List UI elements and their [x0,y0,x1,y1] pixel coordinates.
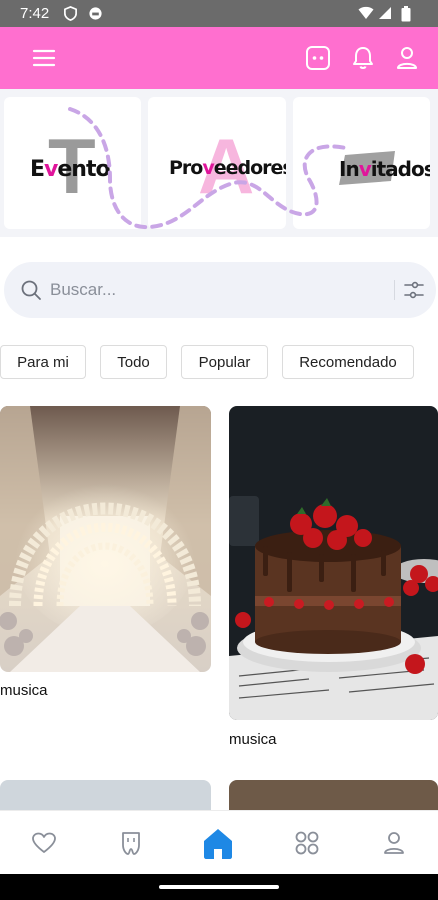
filter-chip-popular[interactable]: Popular [181,345,268,379]
category-strip: T Evento A Proveedores Invitados [0,89,438,237]
signal-icon [379,7,391,19]
category-card-invitados[interactable]: Invitados [293,97,430,229]
category-label-accent: v [358,157,372,181]
search-icon [21,280,41,300]
filter-chip-para-mi[interactable]: Para mi [0,345,86,379]
bell-icon[interactable] [347,42,379,74]
search-divider [394,280,395,300]
hamburger-menu-icon[interactable] [28,42,60,74]
home-indicator[interactable] [159,885,279,889]
category-label-accent: v [44,157,58,182]
category-label-accent: v [202,157,214,179]
filter-chip-todo[interactable]: Todo [100,345,167,379]
heart-icon[interactable] [26,825,62,861]
filter-chip-recomendado[interactable]: Recomendado [282,345,414,379]
tooth-icon[interactable] [113,825,149,861]
search-bar [4,262,436,318]
category-label: Invitados [339,157,430,181]
app-notification-icon [89,7,102,20]
status-bar: 7:42 [0,0,438,27]
user-icon[interactable] [391,42,423,74]
wedding-aisle-arch-photo[interactable] [0,406,211,672]
category-label-text: Evento [30,157,111,182]
home-icon[interactable] [200,825,236,861]
battery-icon [401,6,411,22]
app-bar [0,27,438,89]
status-time: 7:42 [20,5,50,22]
category-card-proveedores[interactable]: A Proveedores [148,97,286,229]
profile-icon[interactable] [376,825,412,861]
gesture-bar [0,874,438,900]
filter-sliders-icon[interactable] [404,280,424,300]
chocolate-strawberry-cake-photo[interactable] [229,406,438,720]
bottom-navigation [0,810,438,874]
shield-icon [64,6,77,21]
category-card-evento[interactable]: T Evento [4,97,141,229]
grid-icon[interactable] [289,825,325,861]
wifi-icon [358,6,374,19]
card-title[interactable]: musica [229,731,277,748]
category-label: Evento [30,157,111,182]
category-label: Proveedores [169,157,286,179]
search-input[interactable] [50,276,370,304]
card-title[interactable]: musica [0,682,48,699]
chatbot-icon[interactable] [302,42,334,74]
